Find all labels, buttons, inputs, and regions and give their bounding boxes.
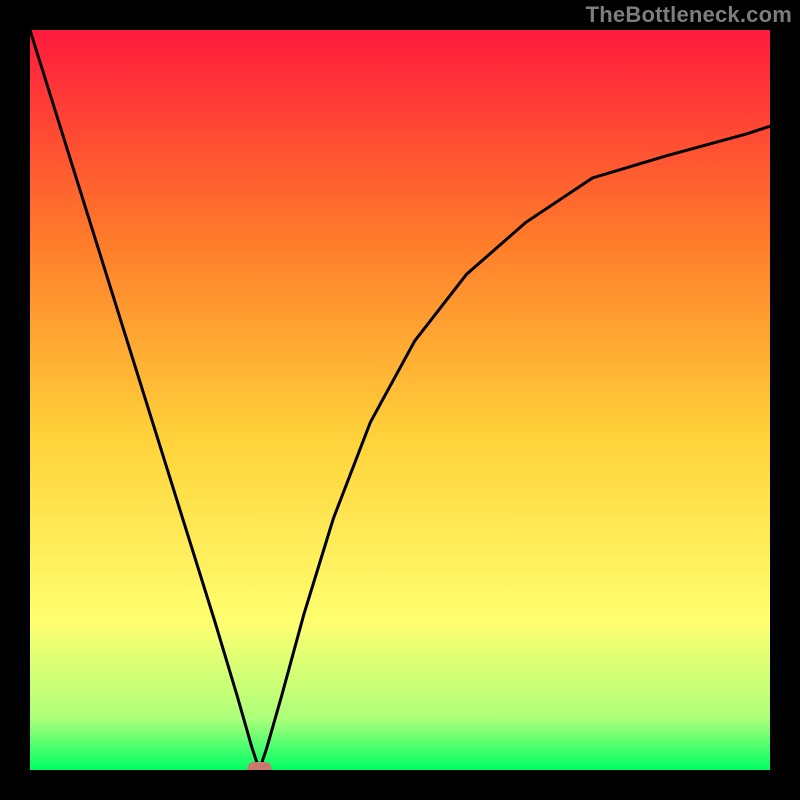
watermark-text: TheBottleneck.com [586,2,792,28]
chart-background [30,30,770,770]
min-point-marker [247,762,271,770]
bottleneck-chart [30,30,770,770]
chart-frame: TheBottleneck.com [0,0,800,800]
